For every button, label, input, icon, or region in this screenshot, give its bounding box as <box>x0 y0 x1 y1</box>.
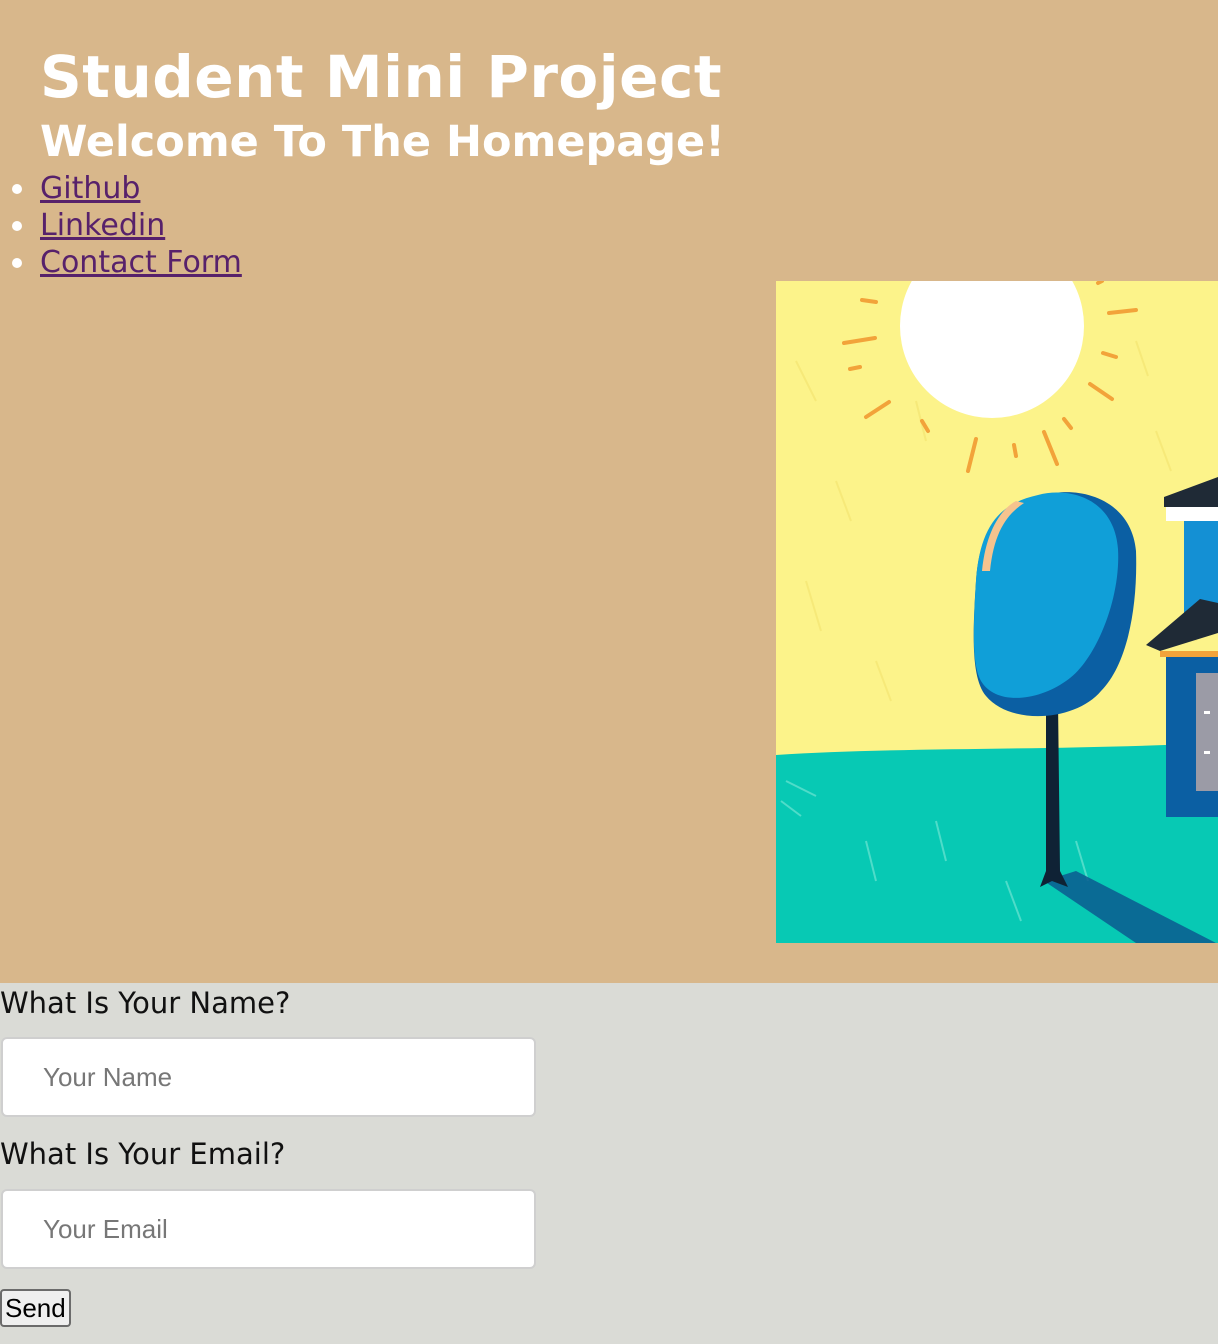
landscape-illustration-icon <box>776 281 1218 943</box>
github-link[interactable]: Github <box>40 171 140 206</box>
contact-form: What Is Your Name? What Is Your Email? S… <box>0 983 1218 1344</box>
page-title: Student Mini Project <box>40 43 723 111</box>
nav-item-contact-form: Contact Form <box>0 244 242 281</box>
nav-list: Github Linkedin Contact Form <box>0 170 242 281</box>
landscape-illustration <box>776 281 1218 943</box>
email-question-label: What Is Your Email? <box>0 1137 286 1171</box>
nav-item-github: Github <box>0 170 242 207</box>
bullet-icon <box>12 184 22 194</box>
hero-section: Student Mini Project Welcome To The Home… <box>0 0 1218 983</box>
contact-form-link[interactable]: Contact Form <box>40 245 242 280</box>
nav-item-linkedin: Linkedin <box>0 207 242 244</box>
name-question-label: What Is Your Name? <box>0 986 291 1020</box>
bullet-icon <box>12 221 22 231</box>
email-input[interactable] <box>1 1189 536 1269</box>
page-subtitle: Welcome To The Homepage! <box>40 117 725 167</box>
bullet-icon <box>12 258 22 268</box>
name-input[interactable] <box>1 1037 536 1117</box>
linkedin-link[interactable]: Linkedin <box>40 208 165 243</box>
send-button[interactable]: Send <box>0 1289 71 1327</box>
